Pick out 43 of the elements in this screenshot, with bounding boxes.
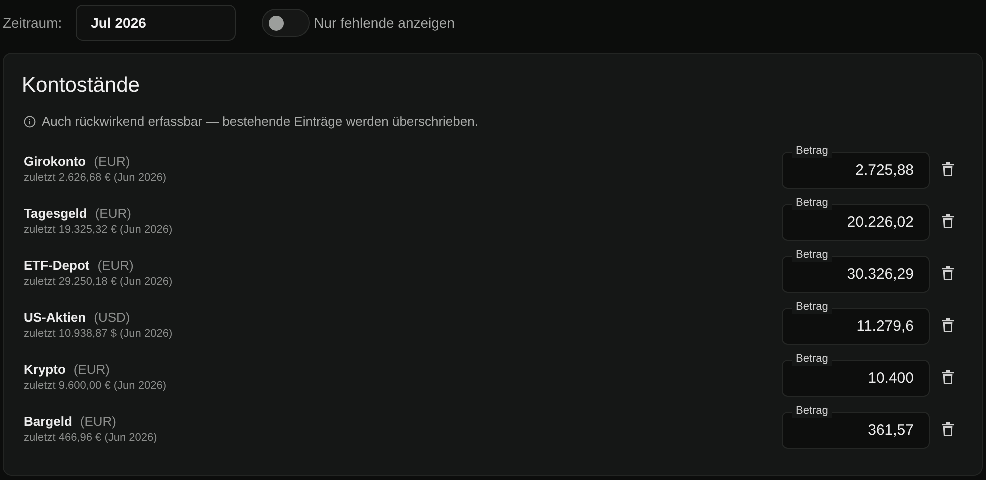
- last-balance: zuletzt 19.325,32 € (Jun 2026): [24, 224, 174, 236]
- account-name: Krypto: [24, 362, 66, 377]
- account-currency: (EUR): [74, 362, 110, 377]
- amount-field[interactable]: Betrag 2.725,88: [782, 143, 930, 189]
- account-name: US-Aktien: [24, 310, 86, 325]
- amount-field[interactable]: Betrag 20.226,02: [782, 195, 930, 241]
- account-currency: (EUR): [95, 206, 132, 221]
- last-balance: zuletzt 9.600,00 € (Jun 2026): [24, 380, 168, 392]
- amount-input[interactable]: 10.400: [782, 370, 914, 387]
- amount-field[interactable]: Betrag 30.326,29: [782, 247, 930, 293]
- amount-input[interactable]: 20.226,02: [782, 214, 914, 231]
- account-name: Girokonto: [24, 154, 86, 169]
- delete-icon[interactable]: [942, 266, 954, 280]
- delete-icon[interactable]: [942, 422, 954, 436]
- account-name: Tagesgeld: [24, 206, 88, 221]
- last-balance: zuletzt 2.626,68 € (Jun 2026): [24, 172, 168, 184]
- card-title: Kontostände: [22, 74, 141, 98]
- period-label: Zeitraum:: [3, 15, 62, 31]
- delete-icon[interactable]: [942, 318, 954, 332]
- last-balance: zuletzt 29.250,18 € (Jun 2026): [24, 276, 174, 288]
- delete-icon[interactable]: [942, 162, 954, 176]
- amount-input[interactable]: 30.326,29: [782, 266, 914, 283]
- account-currency: (EUR): [80, 414, 117, 429]
- delete-icon[interactable]: [942, 370, 954, 384]
- amount-input[interactable]: 11.279,6: [782, 318, 914, 335]
- account-name: ETF-Depot: [24, 258, 90, 273]
- hint-text: Auch rückwirkend erfassbar — bestehende Einträge werden überschrieben.: [42, 114, 478, 129]
- account-currency: (EUR): [98, 258, 134, 273]
- toggle-label: Nur fehlende anzeigen: [314, 15, 456, 31]
- account-currency: (EUR): [94, 154, 130, 169]
- last-balance: zuletzt 466,96 € (Jun 2026): [24, 432, 158, 444]
- account-currency: (USD): [94, 310, 130, 325]
- amount-field[interactable]: Betrag 11.279,6: [782, 299, 930, 345]
- missing-only-toggle[interactable]: [262, 9, 310, 37]
- info-icon: [24, 116, 36, 128]
- amount-field[interactable]: Betrag 361,57: [782, 403, 930, 449]
- delete-icon[interactable]: [942, 214, 954, 228]
- last-balance: zuletzt 10.938,87 $ (Jun 2026): [24, 328, 174, 340]
- amount-input[interactable]: 361,57: [782, 422, 914, 439]
- period-select[interactable]: Jul 2026: [76, 5, 236, 41]
- amount-input[interactable]: 2.725,88: [782, 162, 914, 179]
- amount-field[interactable]: Betrag 10.400: [782, 351, 930, 397]
- account-name: Bargeld: [24, 414, 72, 429]
